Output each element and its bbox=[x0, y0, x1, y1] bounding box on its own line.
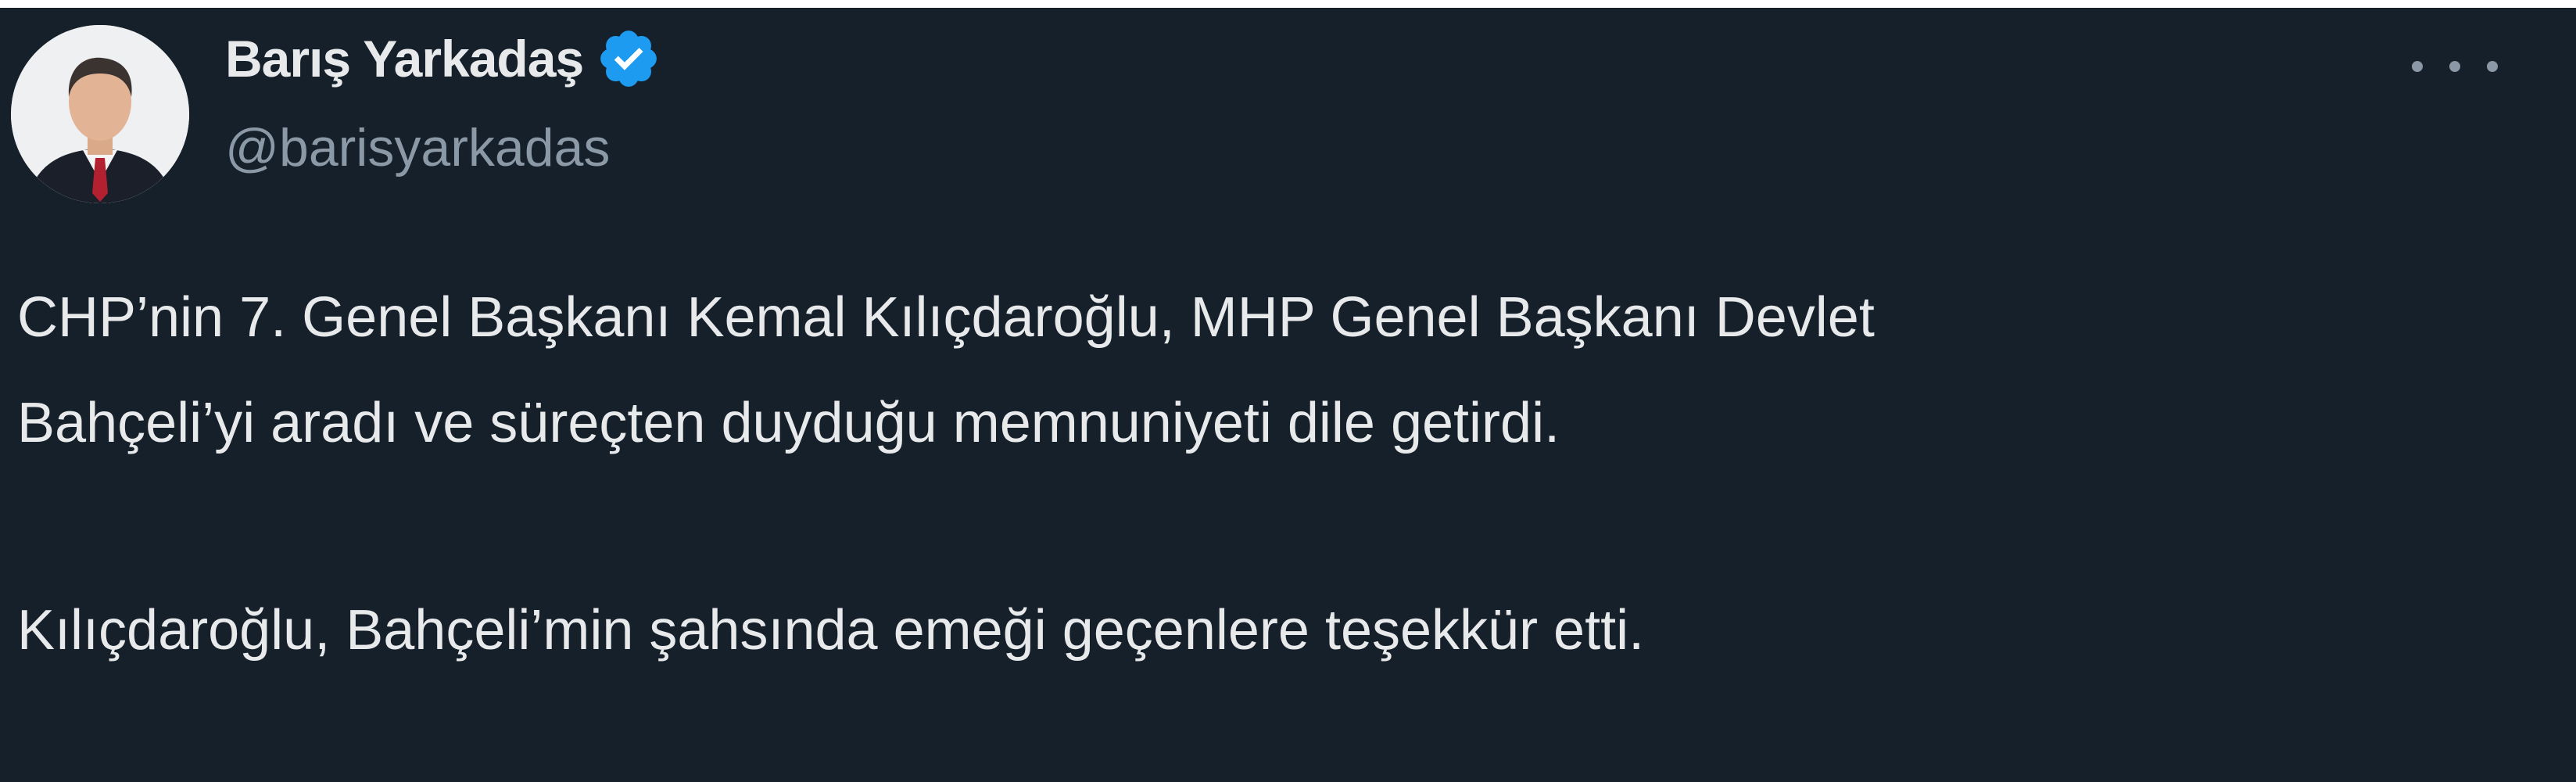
tweet-text-line-2: Bahçeli’yi aradı ve süreçten duyduğu mem… bbox=[17, 392, 1560, 454]
avatar-photo bbox=[11, 25, 189, 203]
more-options-dot bbox=[2412, 61, 2423, 72]
tweet-text-line-3: Kılıçdaroğlu, Bahçeli’min şahsında emeği… bbox=[17, 599, 1645, 662]
tweet-text-line-1: CHP’nin 7. Genel Başkanı Kemal Kılıçdaro… bbox=[17, 286, 1875, 349]
avatar[interactable] bbox=[11, 25, 189, 203]
more-options-dot bbox=[2449, 61, 2460, 72]
tweet-card[interactable]: Barış Yarkadaş @barisyarkadas CHP’nin 7.… bbox=[0, 8, 2576, 782]
author-name-row: Barış Yarkadaş bbox=[225, 23, 661, 94]
author-handle[interactable]: @barisyarkadas bbox=[225, 117, 610, 178]
more-options-icon[interactable] bbox=[2412, 47, 2498, 86]
verified-badge-icon bbox=[596, 26, 661, 91]
more-options-dot bbox=[2487, 61, 2498, 72]
author-display-name[interactable]: Barış Yarkadaş bbox=[225, 29, 584, 88]
